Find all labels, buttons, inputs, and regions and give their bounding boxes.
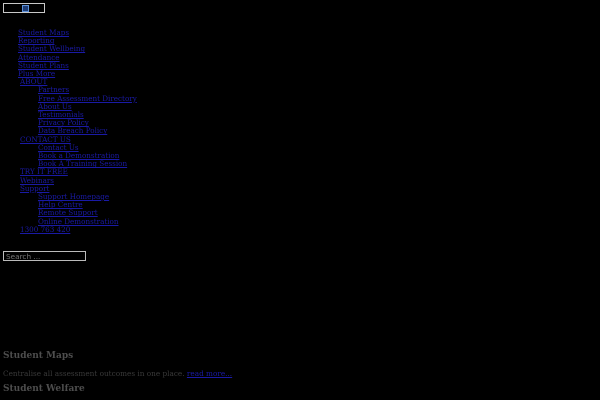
read-more-link[interactable]: read more... (187, 369, 232, 378)
main-navigation: Student Maps Reporting Student Wellbeing… (0, 28, 137, 234)
nav-submenu-contact: Contact Us Book a Demonstration Book A T… (20, 143, 137, 169)
nav-group-support: Support Support Homepage Help Centre Rem… (0, 184, 137, 226)
nav-submenu-products: Student Maps Reporting Student Wellbeing… (0, 28, 137, 78)
nav-submenu-about: Partners Free Assessment Directory About… (20, 86, 137, 135)
menu-toggle-button[interactable] (3, 3, 45, 13)
nav-link-phone[interactable]: 1300 763 420 (20, 225, 70, 234)
section-description-text: Centralise all assessment outcomes in on… (3, 369, 185, 378)
nav-item: 1300 763 420 (0, 225, 137, 234)
section-description: Centralise all assessment outcomes in on… (3, 369, 232, 378)
section-title-student-maps: Student Maps (3, 351, 74, 361)
nav-group-contact: CONTACT US Contact Us Book a Demonstrati… (0, 135, 137, 169)
nav-submenu-support: Support Homepage Help Centre Remote Supp… (20, 192, 137, 226)
section-title-student-welfare: Student Welfare (3, 384, 85, 394)
menu-icon (22, 5, 29, 12)
nav-group-about: ABOUT Partners Free Assessment Directory… (0, 78, 137, 135)
search-input[interactable] (3, 251, 86, 261)
nav-group-products: Student Maps Reporting Student Wellbeing… (0, 28, 137, 78)
